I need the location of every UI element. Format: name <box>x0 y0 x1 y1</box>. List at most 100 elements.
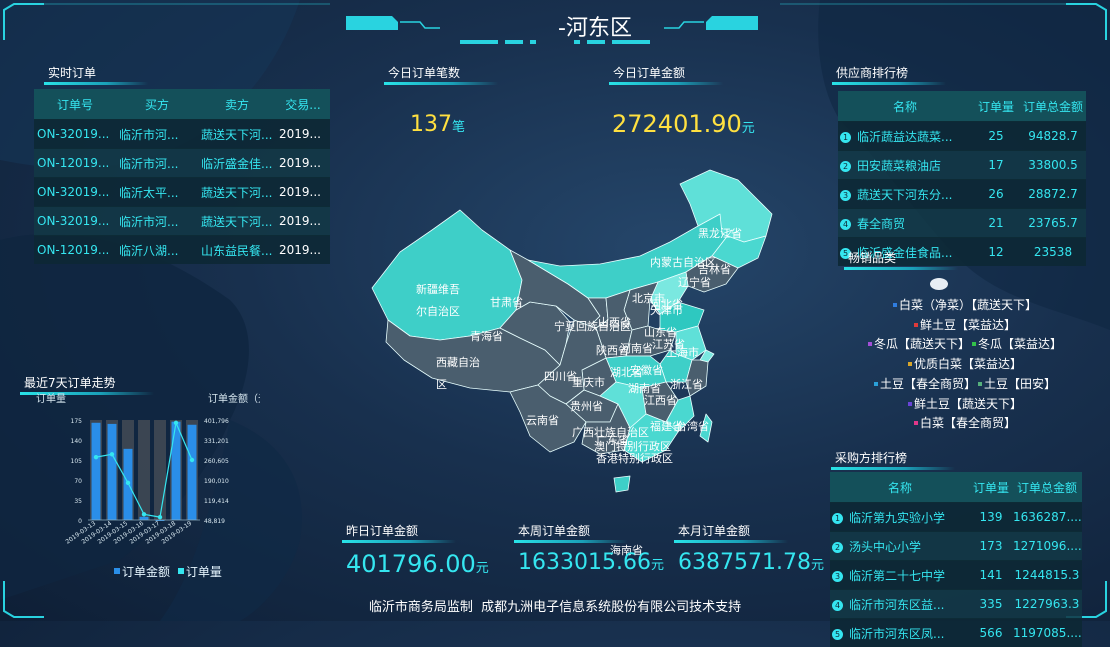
province-label: 甘肃省 <box>490 296 523 309</box>
supplier-rank-title-text: 供应商排行榜 <box>836 66 908 80</box>
legend-label: 优质白菜【菜益达】 <box>914 357 1022 371</box>
legend-toggle-dot[interactable] <box>930 278 948 290</box>
table-row[interactable]: ON-32019...临沂市河...蔬送天下河...2019... <box>34 207 330 236</box>
legend-swatch <box>874 382 878 386</box>
legend-label: 土豆【田安】 <box>984 377 1056 391</box>
table-row[interactable]: 1临沂第九实验小学1391636287.... <box>830 503 1082 532</box>
realtime-orders-title-text: 实时订单 <box>48 66 96 80</box>
table-cell: 蔬送天下河... <box>198 207 276 236</box>
rank-badge: 2 <box>832 542 843 553</box>
rank-name-cell: 2田安蔬菜粮油店 <box>838 151 972 180</box>
point-order-count[interactable] <box>94 455 98 459</box>
legend-label: 鲜土豆【菜益达】 <box>920 318 1016 332</box>
rank-name: 临沂市河东区凤... <box>849 627 944 641</box>
legend-swatch <box>908 362 912 366</box>
bar-order-amount[interactable] <box>172 422 181 520</box>
legend-label: 鲜土豆【蔬送天下】 <box>914 397 1022 411</box>
column-header: 订单号 <box>34 89 116 120</box>
footer-credit: 临沂市商务局监制 成都九洲电子信息系统股份有限公司技术支持 <box>0 596 1110 615</box>
point-order-count[interactable] <box>110 452 114 456</box>
supplier-rank-title: 供应商排行榜 <box>836 64 946 81</box>
table-cell: 临沂八湖... <box>116 236 198 265</box>
column-header: 名称 <box>830 472 970 503</box>
best-sellers-title-text: 畅销品类 <box>848 251 896 265</box>
right-tick-label: 119,414 <box>204 498 229 505</box>
legend-item[interactable]: 优质白菜【菜益达】 <box>908 357 1022 371</box>
map-region-xinjiang[interactable] <box>372 210 522 340</box>
legend-item[interactable]: 冬瓜【菜益达】 <box>972 337 1062 351</box>
table-row[interactable]: 2汤头中心小学1731271096.... <box>830 532 1082 561</box>
legend-item[interactable]: 冬瓜【蔬送天下】 <box>868 337 970 351</box>
today-count-label: 今日订单笔数 <box>388 64 498 81</box>
month-amount-label: 本月订单金额 <box>678 522 788 539</box>
province-label: 黑龙江省 <box>698 227 742 240</box>
rank-qty: 25 <box>972 122 1020 151</box>
legend-label-count[interactable]: 订单量 <box>186 565 222 579</box>
legend-swatch-amount <box>114 568 120 574</box>
province-label: 上海市 <box>666 345 699 359</box>
point-order-count[interactable] <box>158 515 162 519</box>
table-row[interactable]: 3临沂第二十七中学1411244815.3 <box>830 561 1082 590</box>
column-header: 交易... <box>276 89 330 120</box>
realtime-orders-table: 订单号买方卖方交易... ON-32019...临沂市河...蔬送天下河...2… <box>34 89 330 264</box>
rank-name-cell: 3蔬送天下河东分... <box>838 180 972 209</box>
rank-qty: 141 <box>970 561 1012 590</box>
legend-swatch <box>868 342 872 346</box>
legend-item[interactable]: 鲜土豆【蔬送天下】 <box>908 397 1022 411</box>
legend-item[interactable]: 土豆【春全商贸】 <box>874 377 976 391</box>
trend-title-text: 最近7天订单走势 <box>24 376 116 390</box>
yesterday-amount-value: 401796.00元 <box>346 550 489 578</box>
today-amount-value: 272401.90元 <box>612 110 755 138</box>
table-row[interactable]: ON-32019...临沂太平...蔬送天下河...2019... <box>34 178 330 207</box>
column-header: 订单总金额 <box>1020 91 1086 122</box>
table-row[interactable]: 4春全商贸2123765.7 <box>838 209 1086 238</box>
legend-label-amount[interactable]: 订单金额 <box>122 565 170 579</box>
point-order-count[interactable] <box>142 512 146 516</box>
rank-badge: 3 <box>832 571 843 582</box>
right-tick-label: 190,010 <box>204 478 229 485</box>
rank-badge: 4 <box>840 219 851 230</box>
legend-item[interactable]: 土豆【田安】 <box>978 377 1056 391</box>
rank-name-cell: 1临沂第九实验小学 <box>830 503 970 532</box>
point-order-count[interactable] <box>174 421 178 425</box>
column-header: 卖方 <box>198 89 276 120</box>
table-cell: ON-12019... <box>34 149 116 178</box>
rank-qty: 12 <box>972 238 1020 267</box>
table-header-row: 订单号买方卖方交易... <box>34 89 330 120</box>
province-label: 四川省 <box>544 370 577 383</box>
legend-item[interactable]: 白菜【春全商贸】 <box>914 416 1016 430</box>
bar-order-amount[interactable] <box>188 425 197 520</box>
table-row[interactable]: ON-12019...临沂市河...临沂盛金佳...2019... <box>34 149 330 178</box>
legend-item[interactable]: 白菜（净菜）【蔬送天下】 <box>893 298 1037 312</box>
today-amount-number: 272401.90 <box>612 110 742 138</box>
legend-label: 冬瓜【蔬送天下】 <box>874 337 970 351</box>
bar-order-amount[interactable] <box>92 423 101 520</box>
table-cell: 2019... <box>276 149 330 178</box>
legend-line: 鲜土豆【菜益达】 <box>830 316 1100 333</box>
table-row[interactable]: ON-32019...临沂市河...蔬送天下河...2019... <box>34 120 330 149</box>
table-row[interactable]: 2田安蔬菜粮油店1733800.5 <box>838 151 1086 180</box>
bar-order-amount[interactable] <box>108 424 117 520</box>
table-cell: ON-32019... <box>34 178 116 207</box>
map-region-hainan[interactable] <box>614 476 630 492</box>
point-order-count[interactable] <box>190 458 194 462</box>
table-row[interactable]: ON-12019...临沂八湖...山东益民餐...2019... <box>34 236 330 265</box>
realtime-orders-title: 实时订单 <box>48 64 148 81</box>
table-row[interactable]: 3蔬送天下河东分...2628872.7 <box>838 180 1086 209</box>
legend-line: 白菜（净菜）【蔬送天下】 <box>830 296 1100 313</box>
table-row[interactable]: 5临沂市河东区凤...5661197085.... <box>830 619 1082 647</box>
rank-amount: 1636287.... <box>1012 503 1082 532</box>
china-map[interactable]: 黑龙江省吉林省辽宁省内蒙古自治区新疆维吾尔自治区甘肃省青海省宁夏回族自治区陕西省… <box>360 160 790 580</box>
month-amount-number: 6387571.78 <box>678 550 811 575</box>
yesterday-amount-number: 401796.00 <box>346 550 476 578</box>
rank-badge: 1 <box>832 513 843 524</box>
table-row[interactable]: 1临沂蔬益达蔬菜...2594828.7 <box>838 122 1086 151</box>
right-axis-label: 订单金额（元） <box>208 392 260 405</box>
legend-item[interactable]: 鲜土豆【菜益达】 <box>914 318 1016 332</box>
today-count-label-text: 今日订单笔数 <box>388 66 460 80</box>
rank-amount: 23765.7 <box>1020 209 1086 238</box>
province-label: 北京市 <box>632 291 665 305</box>
trend-title: 最近7天订单走势 <box>24 374 154 391</box>
point-order-count[interactable] <box>126 481 130 485</box>
rank-amount: 94828.7 <box>1020 122 1086 151</box>
